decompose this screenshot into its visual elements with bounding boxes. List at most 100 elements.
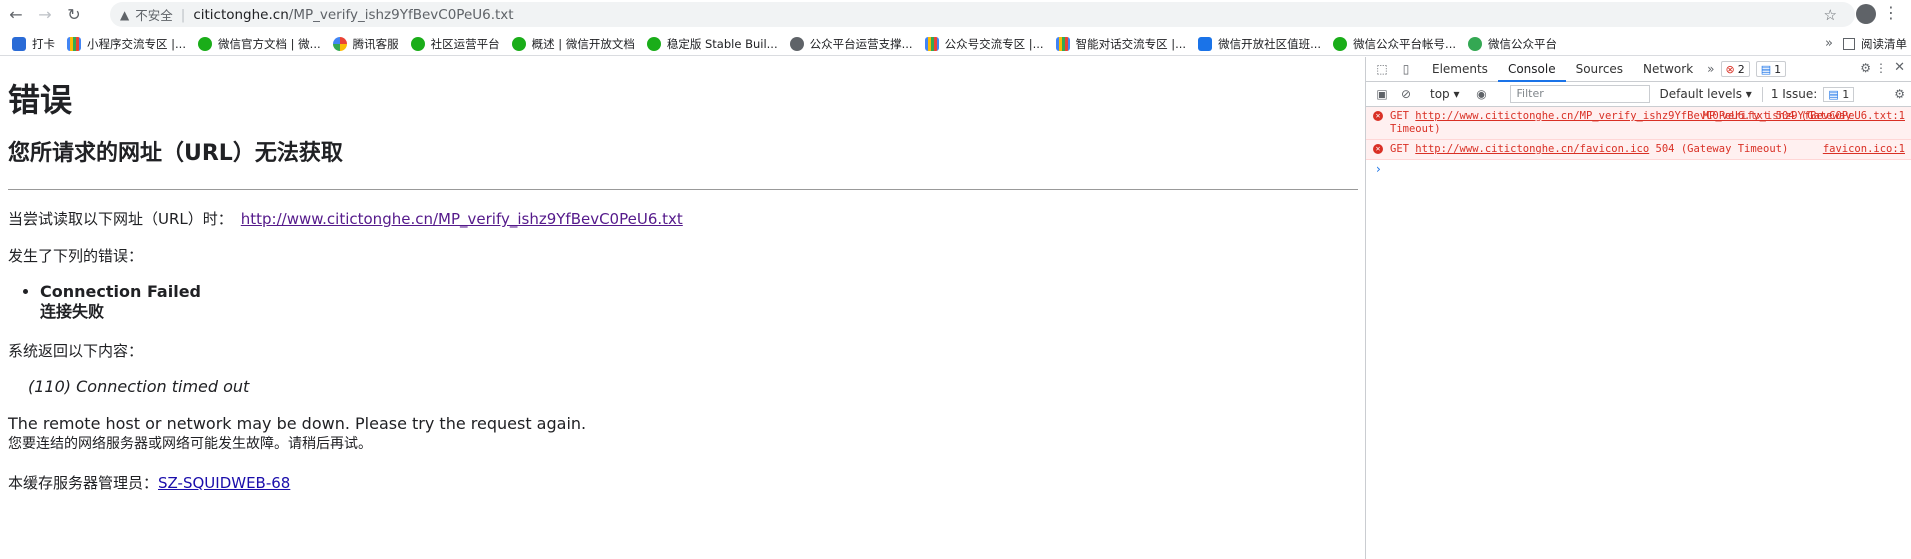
bookmark-label: 智能对话交流专区 |...	[1075, 37, 1187, 51]
bookmark-item[interactable]: 公众号交流专区 |...	[924, 36, 1044, 52]
tab-console[interactable]: Console	[1497, 57, 1566, 82]
levels-label: Default levels	[1659, 87, 1742, 101]
more-tabs-icon[interactable]: »	[1707, 62, 1714, 76]
error-icon: ✕	[1373, 111, 1383, 121]
bookmark-item[interactable]: 微信官方文档 | 微...	[198, 36, 321, 52]
bookmark-label: 概述 | 微信开放文档	[531, 37, 635, 51]
console-error-row[interactable]: ✕ GET http://www.citictonghe.cn/favicon.…	[1366, 140, 1911, 160]
browser-chrome: ← → ↻ ▲ 不安全 | citictonghe.cn/MP_verify_i…	[0, 0, 1911, 56]
wechat-icon	[511, 37, 526, 51]
url-path[interactable]: /MP_verify_ishz9YfBevC0PeU6.txt	[289, 7, 514, 23]
console-error-row[interactable]: ✕ GET http://www.citictonghe.cn/MP_verif…	[1366, 107, 1911, 140]
bookmark-favicon-icon	[924, 37, 939, 51]
profile-avatar-icon[interactable]	[1856, 4, 1876, 24]
error-page: 错误 您所请求的网址（URL）无法获取 当尝试读取以下网址（URL）时： http…	[0, 57, 1365, 559]
back-arrow-icon[interactable]: ←	[3, 1, 29, 27]
bookmark-item[interactable]: 打卡	[12, 36, 55, 52]
reload-icon[interactable]: ↻	[61, 1, 87, 27]
bookmark-label: 稳定版 Stable Buil...	[666, 37, 778, 51]
bookmark-favicon-icon	[332, 37, 347, 51]
bookmark-label: 小程序交流专区 |...	[87, 37, 186, 51]
log-source-link[interactable]: favicon.ico:1	[1823, 143, 1905, 156]
error-count-badge[interactable]: ⊗ 2	[1720, 61, 1750, 77]
bookmark-item[interactable]: 概述 | 微信开放文档	[511, 36, 635, 52]
address-bar[interactable]: ▲ 不安全 | citictonghe.cn/MP_verify_ishz9Yf…	[110, 2, 1855, 27]
globe-icon	[789, 37, 804, 51]
console-prompt[interactable]: ›	[1366, 162, 1911, 176]
info-count-badge[interactable]: ▤ 1	[1755, 61, 1787, 77]
devtools-tabbar: ⬚ ▯ Elements Console Sources Network » ⊗…	[1366, 57, 1911, 82]
browser-menu-icon[interactable]: ⋮	[1883, 3, 1899, 22]
requested-url-link[interactable]: http://www.citictonghe.cn/MP_verify_ishz…	[241, 210, 683, 228]
browser-toolbar: ← → ↻ ▲ 不安全 | citictonghe.cn/MP_verify_i…	[0, 0, 1911, 28]
bookmark-label: 腾讯客服	[352, 37, 399, 51]
remote-notice: The remote host or network may be down. …	[8, 414, 1357, 454]
bookmark-item[interactable]: 稳定版 Stable Buil...	[646, 36, 778, 52]
reading-list-button[interactable]: 阅读清单	[1843, 36, 1907, 52]
devtools-panel: ⬚ ▯ Elements Console Sources Network » ⊗…	[1365, 57, 1911, 559]
clear-console-icon[interactable]: ⊘	[1398, 86, 1414, 102]
log-levels-dropdown[interactable]: Default levels ▾	[1660, 87, 1752, 101]
issues-label: 1 Issue:	[1770, 87, 1818, 101]
bookmark-label: 微信公众平台帐号...	[1353, 37, 1457, 51]
forward-arrow-icon[interactable]: →	[32, 1, 58, 27]
context-selector[interactable]: top ▾	[1430, 87, 1474, 101]
bookmark-favicon-icon	[12, 37, 26, 51]
issues-counter[interactable]: 1 Issue: ▤ 1	[1761, 86, 1855, 102]
device-toolbar-icon[interactable]: ▯	[1398, 61, 1414, 77]
remote-en: The remote host or network may be down. …	[8, 414, 587, 433]
remote-cn: 您要连结的网络服务器或网络可能发生故障。请稍后再试。	[8, 436, 372, 452]
warning-icon[interactable]: ▲	[120, 8, 129, 22]
insecure-label[interactable]: 不安全	[135, 5, 173, 24]
bookmark-label: 公众平台运营支撑...	[809, 37, 913, 51]
error-en: Connection Failed	[40, 282, 201, 301]
bookmark-star-icon[interactable]: ☆	[1824, 6, 1837, 24]
bookmark-label: 社区运营平台	[430, 37, 500, 51]
bookmark-label: 微信开放社区值班...	[1218, 37, 1322, 51]
log-status: 504 (Gateway Timeout)	[1655, 143, 1789, 155]
wechat-icon	[1333, 37, 1348, 51]
error-list: Connection Failed 连接失败	[40, 282, 1357, 322]
bookmark-item[interactable]: 公众平台运营支撑...	[789, 36, 913, 52]
console-settings-icon[interactable]: ⚙	[1894, 87, 1905, 101]
eye-icon[interactable]: ◉	[1474, 86, 1490, 102]
bookmark-label: 微信公众平台	[1488, 37, 1558, 51]
devtools-menu-icon[interactable]: ⋮	[1875, 61, 1887, 75]
tab-elements[interactable]: Elements	[1422, 57, 1498, 82]
console-filter-input[interactable]: Filter	[1509, 85, 1650, 103]
bookmark-item[interactable]: 腾讯客服	[332, 36, 399, 52]
bookmark-item[interactable]: 社区运营平台	[410, 36, 500, 52]
bookmark-item[interactable]: 小程序交流专区 |...	[67, 36, 186, 52]
gear-icon[interactable]: ⚙	[1860, 61, 1871, 75]
reading-list-label: 阅读清单	[1861, 37, 1907, 51]
inspect-element-icon[interactable]: ⬚	[1374, 61, 1390, 77]
bookmark-item[interactable]: 智能对话交流专区 |...	[1055, 36, 1187, 52]
bookmark-item[interactable]: 微信公众平台	[1468, 36, 1557, 52]
sidebar-toggle-icon[interactable]: ▣	[1374, 86, 1390, 102]
returned-intro: 系统返回以下内容：	[8, 342, 144, 360]
admin-label: 本缓存服务器管理员：	[8, 474, 159, 492]
bookmarks-overflow-icon[interactable]: »	[1825, 36, 1833, 51]
console-toolbar: ▣ ⊘ top ▾ ◉ Filter Default levels ▾ 1 Is…	[1366, 82, 1911, 107]
tab-sources[interactable]: Sources	[1566, 57, 1633, 82]
page-title: 错误	[8, 81, 73, 119]
log-method: GET	[1390, 143, 1409, 155]
close-icon[interactable]: ✕	[1894, 60, 1905, 75]
info-count: 1	[1774, 62, 1782, 76]
url-host[interactable]: citictonghe.cn	[193, 7, 288, 23]
error-icon: ✕	[1373, 144, 1383, 154]
bookmark-label: 打卡	[32, 37, 55, 51]
tab-network[interactable]: Network	[1633, 57, 1703, 82]
admin-link[interactable]: SZ-SQUIDWEB-68	[158, 474, 290, 492]
error-count: 2	[1737, 62, 1745, 76]
reading-list-icon	[1843, 38, 1855, 50]
context-label: top	[1430, 87, 1450, 101]
issues-count: 1	[1842, 87, 1850, 101]
bookmark-item[interactable]: 微信开放社区值班...	[1198, 36, 1321, 52]
bookmark-item[interactable]: 微信公众平台帐号...	[1333, 36, 1456, 52]
log-url-link[interactable]: http://www.citictonghe.cn/favicon.ico	[1415, 143, 1649, 155]
bookmark-favicon-icon	[1055, 37, 1070, 51]
bookmark-label: 公众号交流专区 |...	[944, 37, 1044, 51]
trying-url-line: 当尝试读取以下网址（URL）时： http://www.citictonghe.c…	[8, 208, 1357, 229]
log-source-link[interactable]: MP_verify_ishz9YfBevC0PeU6.txt:1	[1703, 110, 1905, 123]
